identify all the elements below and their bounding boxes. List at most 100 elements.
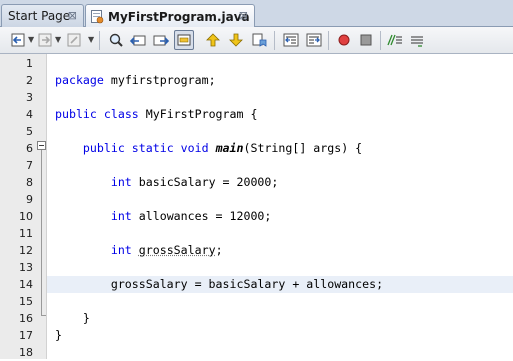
chevron-down-icon[interactable]: ▼ xyxy=(28,35,34,44)
code-token: MyFirstProgram { xyxy=(139,107,258,121)
shift-left-icon[interactable] xyxy=(281,30,301,50)
code-line[interactable]: int basicSalary = 20000; xyxy=(47,174,513,191)
fold-guide-line xyxy=(41,150,42,315)
keyword-token: static xyxy=(132,141,174,155)
find-previous-icon[interactable] xyxy=(128,30,148,50)
code-token: grossSalary = basicSalary + allowances; xyxy=(55,277,383,291)
code-line[interactable] xyxy=(47,157,513,174)
code-token xyxy=(174,141,181,155)
shift-right-icon[interactable] xyxy=(304,30,324,50)
fold-toggle-icon[interactable] xyxy=(37,141,46,150)
code-line[interactable] xyxy=(47,259,513,276)
code-line[interactable] xyxy=(47,123,513,140)
code-token xyxy=(55,243,111,257)
code-token xyxy=(125,141,132,155)
next-bookmark-icon[interactable] xyxy=(226,30,246,50)
line-number: 7 xyxy=(0,157,33,174)
line-number: 2 xyxy=(0,72,33,89)
method-name-token: main xyxy=(216,141,244,155)
code-line[interactable]: int allowances = 12000; xyxy=(47,208,513,225)
line-number: 14 xyxy=(0,276,33,293)
chevron-down-icon[interactable]: ▼ xyxy=(88,35,94,44)
code-token: (String[] args) { xyxy=(244,141,363,155)
line-number: 6 xyxy=(0,140,33,157)
tab-myfirstprogram-java[interactable]: MyFirstProgram.java ⊠ xyxy=(85,4,255,28)
toolbar-separator xyxy=(99,31,100,50)
chevron-down-icon[interactable]: ▼ xyxy=(55,35,61,44)
code-line[interactable]: int grossSalary; xyxy=(47,242,513,259)
start-macro-icon[interactable] xyxy=(334,30,354,50)
code-token xyxy=(55,175,111,189)
fold-end-marker xyxy=(41,315,46,316)
toolbar-separator xyxy=(380,31,381,50)
line-number: 9 xyxy=(0,191,33,208)
toolbar-separator xyxy=(274,31,275,50)
code-line[interactable] xyxy=(47,191,513,208)
forward-history-icon[interactable] xyxy=(35,30,55,50)
code-token: } xyxy=(55,328,62,342)
line-number: 15 xyxy=(0,293,33,310)
code-token: allowances = 12000; xyxy=(132,209,272,223)
uncomment-icon[interactable] xyxy=(407,30,427,50)
code-line[interactable]: package myfirstprogram; xyxy=(47,72,513,89)
find-next-icon[interactable] xyxy=(151,30,171,50)
code-line[interactable]: public class MyFirstProgram { xyxy=(47,106,513,123)
code-line[interactable]: public static void main(String[] args) { xyxy=(47,140,513,157)
code-line[interactable] xyxy=(47,225,513,242)
toolbar-separator xyxy=(328,31,329,50)
line-number: 18 xyxy=(0,344,33,361)
code-token xyxy=(132,243,139,257)
line-number: 5 xyxy=(0,123,33,140)
code-line[interactable] xyxy=(47,344,513,361)
line-number: 11 xyxy=(0,225,33,242)
code-line[interactable]: } xyxy=(47,327,513,344)
keyword-token: public xyxy=(55,107,97,121)
keyword-token: int xyxy=(111,243,132,257)
code-token: grossSalary xyxy=(139,243,216,257)
code-line[interactable] xyxy=(47,89,513,106)
line-number: 17 xyxy=(0,327,33,344)
stop-macro-icon[interactable] xyxy=(356,30,376,50)
keyword-token: void xyxy=(181,141,209,155)
line-number: 8 xyxy=(0,174,33,191)
close-tab-icon[interactable]: ⊠ xyxy=(239,9,248,22)
back-history-icon[interactable] xyxy=(8,30,28,50)
previous-bookmark-icon[interactable] xyxy=(203,30,223,50)
tab-start-page[interactable]: Start Page ⊠ xyxy=(1,4,84,27)
code-token xyxy=(55,209,111,223)
find-icon[interactable] xyxy=(106,30,126,50)
editor-toolbar: ▼ ▼ ▼ xyxy=(0,27,513,54)
keyword-token: package xyxy=(55,73,104,87)
tab-label: MyFirstProgram.java xyxy=(108,10,250,24)
line-number: 13 xyxy=(0,259,33,276)
keyword-token: class xyxy=(104,107,139,121)
toggle-highlight-icon[interactable] xyxy=(174,30,194,50)
line-number: 4 xyxy=(0,106,33,123)
java-file-icon xyxy=(91,10,104,24)
comment-icon[interactable] xyxy=(385,30,405,50)
code-token: ; xyxy=(216,243,223,257)
keyword-token: int xyxy=(111,175,132,189)
code-line[interactable]: } xyxy=(47,310,513,327)
current-code-line[interactable]: grossSalary = basicSalary + allowances; xyxy=(47,276,513,293)
code-token xyxy=(97,107,104,121)
line-number: 10 xyxy=(0,208,33,225)
line-number: 3 xyxy=(0,89,33,106)
code-token xyxy=(209,141,216,155)
code-line[interactable] xyxy=(47,293,513,310)
toggle-bookmark-icon[interactable] xyxy=(249,30,269,50)
code-token: myfirstprogram; xyxy=(104,73,216,87)
code-editor[interactable]: 1 2 package myfirstprogram; 3 4 public class … xyxy=(0,54,513,359)
keyword-token: int xyxy=(111,209,132,223)
tab-label: Start Page xyxy=(8,9,70,23)
line-number: 16 xyxy=(0,310,33,327)
code-token: } xyxy=(55,311,90,325)
close-tab-icon[interactable]: ⊠ xyxy=(68,9,77,22)
code-token xyxy=(55,141,83,155)
line-number: 12 xyxy=(0,242,33,259)
code-token: basicSalary = 20000; xyxy=(132,175,279,189)
keyword-token: public xyxy=(83,141,125,155)
last-edit-icon[interactable] xyxy=(64,30,84,50)
line-number: 1 xyxy=(0,55,33,72)
code-line[interactable] xyxy=(47,55,513,72)
